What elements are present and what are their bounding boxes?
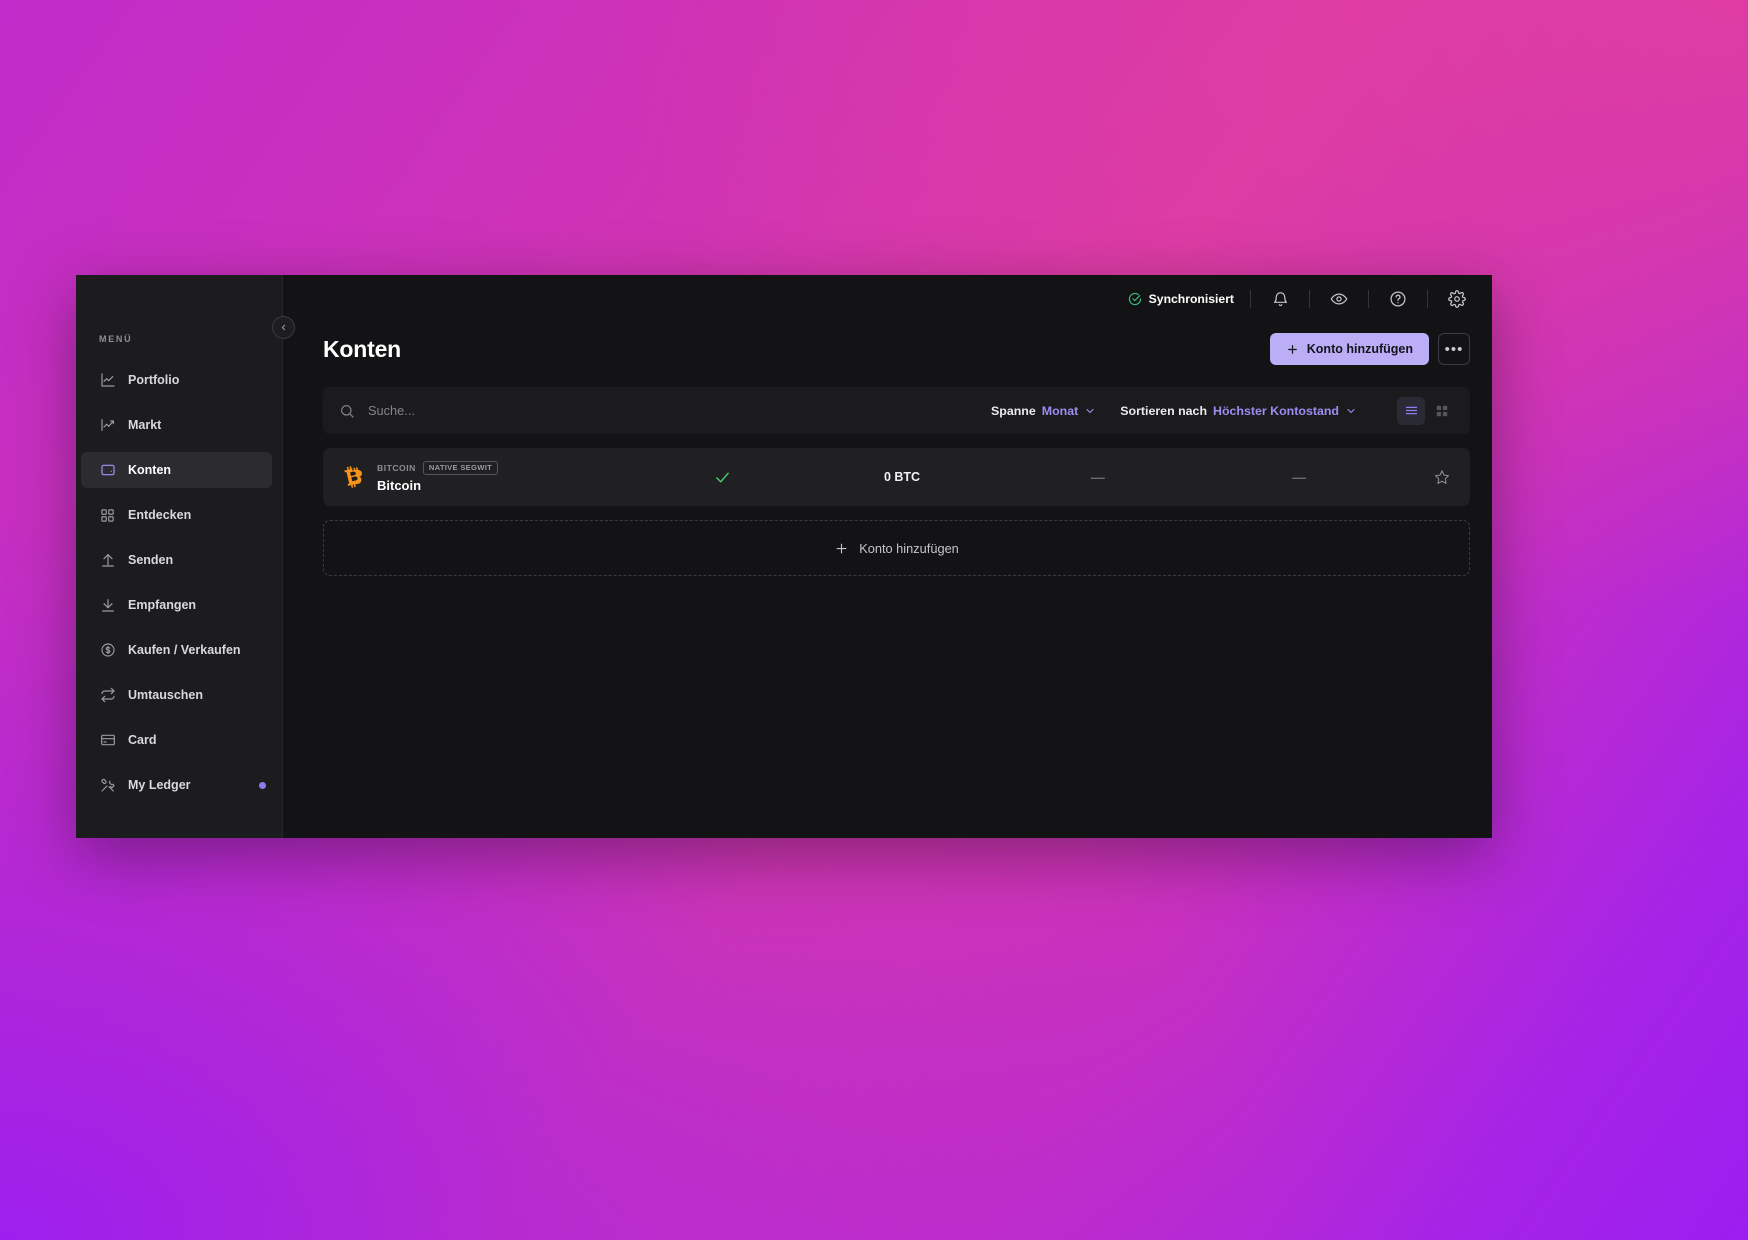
toolbar-filters: Spanne Monat Sortieren nach Höchster Kon…	[991, 396, 1456, 425]
add-account-placeholder-label: Konto hinzufügen	[859, 540, 959, 556]
plus-icon	[836, 543, 847, 553]
sidebar-collapse-button[interactable]	[272, 316, 295, 339]
account-favorite-button[interactable]	[1400, 469, 1450, 485]
grid-view-button[interactable]	[1428, 397, 1456, 425]
sidebar-item-label: Kaufen / Verkaufen	[128, 643, 241, 657]
account-subtitle: BITCOIN NATIVE SEGWIT	[377, 461, 637, 475]
sidebar-item-label: Empfangen	[128, 598, 197, 612]
list-view-button[interactable]	[1397, 396, 1425, 425]
search-container	[339, 403, 991, 419]
more-options-button[interactable]: •••	[1438, 333, 1470, 365]
accounts-list: BITCOIN NATIVE SEGWIT Bitcoin 0 BTC — —	[323, 448, 1470, 506]
range-filter-value: Monat	[1041, 403, 1079, 418]
chevron-left-icon	[281, 324, 286, 331]
sidebar-item-my-ledger[interactable]: My Ledger	[81, 767, 272, 803]
sort-filter-value: Höchster Kontostand	[1213, 403, 1339, 418]
add-account-button[interactable]: Konto hinzufügen	[1269, 333, 1429, 365]
account-status	[637, 469, 807, 486]
gear-icon	[1448, 290, 1466, 308]
sidebar: MENÜ Portfolio Markt Konten Entdecken Se…	[76, 275, 295, 838]
chevron-down-icon	[1084, 405, 1096, 417]
ellipsis-icon: •••	[1444, 340, 1464, 358]
page-header: Konten Konto hinzufügen •••	[283, 323, 1492, 365]
page-title: Konten	[323, 335, 402, 362]
account-countervalue: —	[1090, 469, 1105, 485]
sort-filter[interactable]: Sortieren nach Höchster Kontostand	[1120, 404, 1357, 418]
range-filter-label: Spanne	[991, 403, 1036, 418]
sync-check-icon	[1128, 292, 1142, 306]
sidebar-menu-label: MENÜ	[99, 334, 133, 344]
sidebar-item-label: Card	[128, 733, 157, 747]
topbar-divider	[1309, 290, 1310, 308]
sync-status-label: Synchronisiert	[1148, 292, 1234, 306]
line-chart-icon	[99, 372, 116, 389]
help-circle-icon	[1390, 291, 1406, 307]
sort-filter-label: Sortieren nach	[1120, 403, 1208, 418]
list-view-icon	[1405, 406, 1417, 415]
view-toggle	[1397, 396, 1456, 425]
chevron-down-icon	[1345, 405, 1357, 417]
discreet-mode-button[interactable]	[1326, 286, 1352, 312]
range-filter[interactable]: Spanne Monat	[991, 404, 1096, 418]
arrow-down-icon	[99, 597, 116, 614]
search-icon	[339, 403, 355, 419]
sidebar-item-label: Senden	[128, 553, 174, 567]
account-change: —	[1292, 469, 1307, 485]
accounts-toolbar: Spanne Monat Sortieren nach Höchster Kon…	[323, 387, 1470, 434]
tools-icon	[99, 777, 116, 794]
sidebar-item-umtauschen[interactable]: Umtauschen	[81, 677, 272, 713]
trending-up-icon	[99, 417, 116, 434]
sidebar-item-label: My Ledger	[128, 778, 191, 792]
sidebar-item-portfolio[interactable]: Portfolio	[81, 362, 272, 398]
sync-status[interactable]: Synchronisiert	[1128, 292, 1234, 306]
grid-view-icon	[1436, 405, 1448, 416]
add-account-placeholder[interactable]: Konto hinzufügen	[323, 520, 1470, 576]
sidebar-item-konten[interactable]: Konten	[81, 452, 272, 488]
account-ticker: BITCOIN	[377, 463, 416, 473]
swap-icon	[99, 687, 116, 704]
help-button[interactable]	[1385, 286, 1411, 312]
plus-icon	[1287, 344, 1297, 354]
check-icon	[715, 472, 729, 482]
sidebar-notification-dot	[259, 781, 266, 789]
ledger-live-window: MENÜ Portfolio Markt Konten Entdecken Se…	[76, 275, 1492, 838]
sidebar-item-label: Umtauschen	[128, 688, 204, 702]
grid-icon	[99, 507, 116, 524]
arrow-up-icon	[99, 552, 116, 569]
bitcoin-icon	[339, 465, 363, 489]
page-header-actions: Konto hinzufügen •••	[1269, 333, 1470, 365]
sidebar-item-label: Konten	[128, 463, 172, 477]
topbar-divider	[1427, 290, 1428, 308]
sidebar-item-card[interactable]: Card	[81, 722, 272, 758]
topbar-divider	[1250, 290, 1251, 308]
sidebar-item-label: Entdecken	[128, 508, 192, 522]
eye-icon	[1330, 293, 1348, 305]
star-outline-icon	[1434, 470, 1450, 484]
account-type-tag: NATIVE SEGWIT	[422, 461, 499, 475]
sidebar-item-entdecken[interactable]: Entdecken	[81, 497, 272, 533]
dollar-circle-icon	[99, 642, 116, 659]
sidebar-item-label: Markt	[128, 418, 162, 432]
sidebar-item-senden[interactable]: Senden	[81, 542, 272, 578]
main-content: Synchronisiert Konten Konto hinzufügen •…	[283, 275, 1492, 838]
account-identity: BITCOIN NATIVE SEGWIT Bitcoin	[377, 461, 637, 493]
sidebar-item-kaufen-verkaufen[interactable]: Kaufen / Verkaufen	[81, 632, 272, 668]
sidebar-item-empfangen[interactable]: Empfangen	[81, 587, 272, 623]
bell-icon	[1273, 291, 1287, 306]
account-name: Bitcoin	[377, 477, 422, 493]
sidebar-item-label: Portfolio	[128, 373, 180, 387]
sidebar-item-markt[interactable]: Markt	[81, 407, 272, 443]
table-row[interactable]: BITCOIN NATIVE SEGWIT Bitcoin 0 BTC — —	[323, 448, 1470, 506]
add-account-button-label: Konto hinzufügen	[1306, 342, 1413, 356]
search-input[interactable]	[368, 403, 991, 418]
notifications-button[interactable]	[1267, 286, 1293, 312]
topbar: Synchronisiert	[283, 275, 1492, 323]
wallet-icon	[99, 462, 116, 479]
topbar-divider	[1368, 290, 1369, 308]
credit-card-icon	[99, 732, 116, 749]
settings-button[interactable]	[1444, 286, 1470, 312]
account-amount: 0 BTC	[883, 470, 921, 484]
